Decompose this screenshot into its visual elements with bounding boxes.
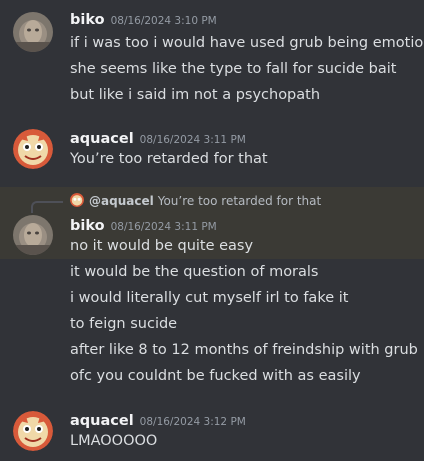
- timestamp[interactable]: 08/16/2024 3:12 PM: [140, 416, 246, 428]
- username[interactable]: aquacel: [70, 413, 134, 429]
- cartoon-cat-avatar-icon: [13, 411, 53, 451]
- message-group-aquacel-2: aquacel 08/16/2024 3:12 PM LMAOOOOO: [0, 0, 424, 461]
- user-avatar[interactable]: [13, 411, 53, 451]
- message-text: LMAOOOOO: [70, 433, 158, 449]
